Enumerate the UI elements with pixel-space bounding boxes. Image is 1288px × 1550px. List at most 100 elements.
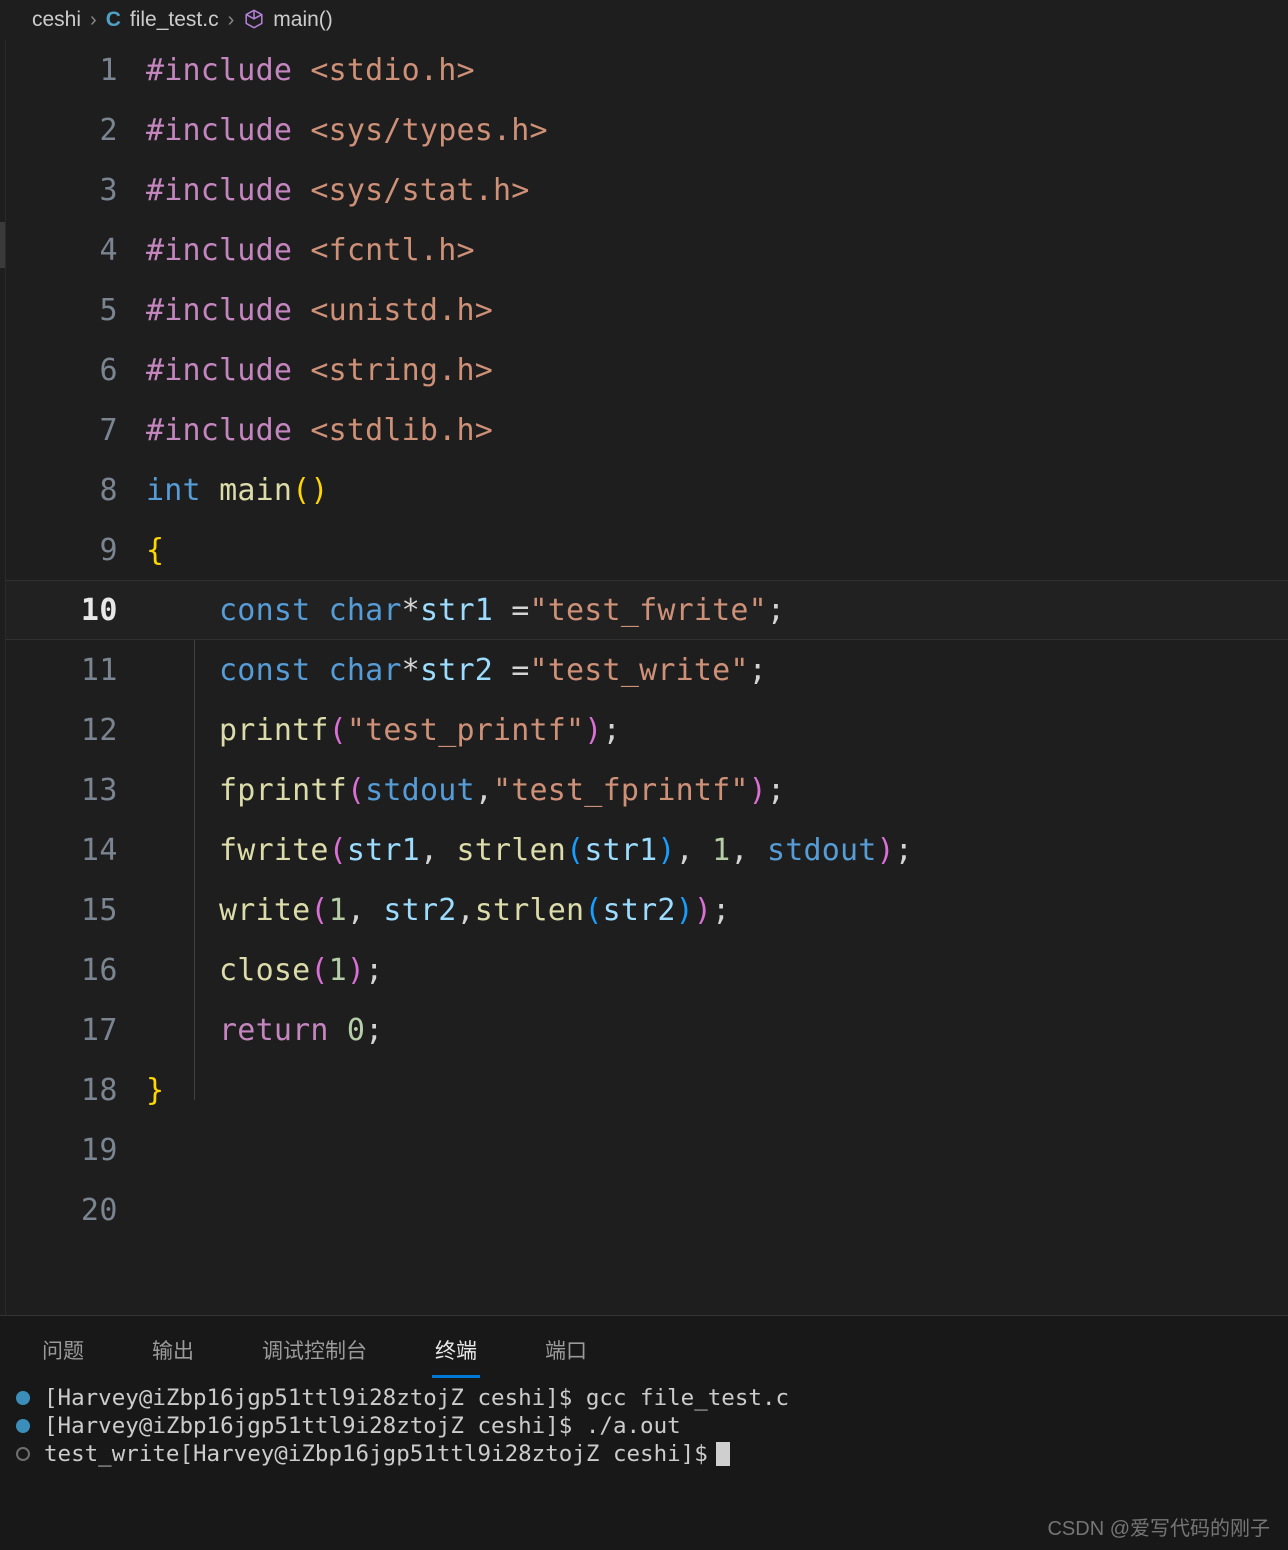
code-token: = bbox=[492, 652, 530, 688]
code-editor[interactable]: 1 #include <stdio.h> 2 #include <sys/types.… bbox=[6, 40, 1288, 1315]
line-content: #include <sys/types.h> bbox=[142, 113, 1288, 148]
code-token: stdout bbox=[766, 832, 877, 868]
line-content: #include <sys/stat.h> bbox=[142, 173, 1288, 208]
code-line[interactable]: 10 const char*str1 ="test_fwrite"; bbox=[6, 580, 1288, 640]
terminal-cursor bbox=[715, 1442, 730, 1466]
code-token: ; bbox=[602, 712, 621, 748]
code-line[interactable]: 7 #include <stdlib.h> bbox=[6, 400, 1288, 460]
code-line[interactable]: 14 fwrite(str1, strlen(str1), 1, stdout)… bbox=[6, 820, 1288, 880]
code-line[interactable]: 4 #include <fcntl.h> bbox=[6, 220, 1288, 280]
code-line[interactable]: 1 #include <stdio.h> bbox=[6, 40, 1288, 100]
code-token: , bbox=[474, 772, 493, 808]
code-token: str2 bbox=[383, 892, 457, 928]
panel-tab-2[interactable]: 调试控制台 bbox=[262, 1335, 367, 1378]
code-token: , bbox=[346, 892, 384, 928]
command-success-icon bbox=[16, 1419, 44, 1433]
line-content: fwrite(str1, strlen(str1), 1, stdout); bbox=[142, 833, 1288, 868]
code-line[interactable]: 3 #include <sys/stat.h> bbox=[6, 160, 1288, 220]
code-token: int bbox=[146, 472, 201, 508]
code-token: ; bbox=[365, 1012, 384, 1048]
code-line[interactable]: 12 printf("test_printf"); bbox=[6, 700, 1288, 760]
terminal-text: [Harvey@iZbp16jgp51ttl9i28ztojZ ceshi]$ … bbox=[44, 1385, 790, 1411]
code-token: ; bbox=[365, 952, 384, 988]
code-token: str1 bbox=[346, 832, 420, 868]
line-number: 15 bbox=[80, 892, 118, 928]
code-token: char bbox=[328, 592, 402, 628]
code-token: <string.h> bbox=[310, 352, 493, 388]
code-token: return bbox=[219, 1012, 329, 1048]
code-line[interactable]: 9{ bbox=[6, 520, 1288, 580]
code-token: <fcntl.h> bbox=[310, 232, 475, 268]
line-number: 9 bbox=[99, 532, 118, 568]
code-token: ( bbox=[310, 892, 329, 928]
code-line[interactable]: 11 const char*str2 ="test_write"; bbox=[6, 640, 1288, 700]
code-token: <sys/types.h> bbox=[310, 112, 548, 148]
line-content: const char*str1 ="test_fwrite"; bbox=[142, 593, 1288, 628]
breadcrumb-file[interactable]: file_test.c bbox=[130, 8, 219, 32]
line-number: 4 bbox=[99, 232, 118, 268]
code-token: 1 bbox=[712, 832, 731, 868]
panel-tab-1[interactable]: 输出 bbox=[152, 1335, 194, 1378]
c-file-icon: C bbox=[105, 8, 121, 31]
code-token: ; bbox=[766, 592, 786, 628]
code-token: ; bbox=[712, 892, 731, 928]
line-content: } bbox=[142, 1073, 1288, 1108]
code-token: fwrite bbox=[219, 832, 329, 868]
code-line[interactable]: 16 close(1); bbox=[6, 940, 1288, 1000]
breadcrumb-symbol[interactable]: main() bbox=[273, 8, 333, 32]
line-number: 1 bbox=[99, 52, 118, 88]
code-token: ) bbox=[675, 892, 694, 928]
code-token: { bbox=[146, 532, 165, 568]
terminal-output[interactable]: [Harvey@iZbp16jgp51ttl9i28ztojZ ceshi]$ … bbox=[0, 1378, 1288, 1468]
code-line[interactable]: 2 #include <sys/types.h> bbox=[6, 100, 1288, 160]
line-content: return 0; bbox=[142, 1013, 1288, 1048]
panel-tab-4[interactable]: 端口 bbox=[545, 1335, 587, 1378]
line-content: #include <fcntl.h> bbox=[142, 233, 1288, 268]
code-line[interactable]: 5 #include <unistd.h> bbox=[6, 280, 1288, 340]
line-number: 6 bbox=[99, 352, 118, 388]
code-token: #include bbox=[146, 232, 311, 268]
code-token: * bbox=[401, 652, 420, 688]
line-content: write(1, str2,strlen(str2)); bbox=[142, 893, 1288, 928]
line-content: int main() bbox=[142, 473, 1288, 508]
code-token: <sys/stat.h> bbox=[310, 172, 530, 208]
breadcrumb-folder[interactable]: ceshi bbox=[32, 8, 81, 32]
vertical-scrollbar-thumb[interactable] bbox=[0, 222, 5, 268]
code-token: } bbox=[146, 1072, 165, 1108]
code-line[interactable]: 19 bbox=[6, 1120, 1288, 1180]
code-line[interactable]: 15 write(1, str2,strlen(str2)); bbox=[6, 880, 1288, 940]
command-pending-icon bbox=[16, 1447, 44, 1461]
code-token: strlen bbox=[456, 832, 567, 868]
code-line[interactable]: 8 int main() bbox=[6, 460, 1288, 520]
code-token: ( bbox=[310, 952, 329, 988]
code-token: str1 bbox=[419, 592, 493, 628]
code-token: close bbox=[219, 952, 311, 988]
panel-tab-0[interactable]: 问题 bbox=[42, 1335, 84, 1378]
line-number: 20 bbox=[80, 1192, 118, 1228]
code-token: "test_fprintf" bbox=[493, 772, 749, 808]
code-line[interactable]: 13 fprintf(stdout,"test_fprintf"); bbox=[6, 760, 1288, 820]
line-number: 8 bbox=[99, 472, 118, 508]
terminal-text: [Harvey@iZbp16jgp51ttl9i28ztojZ ceshi]$ … bbox=[44, 1413, 681, 1439]
code-line[interactable]: 6 #include <string.h> bbox=[6, 340, 1288, 400]
code-token: printf bbox=[219, 712, 329, 748]
code-token: #include bbox=[146, 352, 311, 388]
code-line[interactable]: 17 return 0; bbox=[6, 1000, 1288, 1060]
line-number: 11 bbox=[80, 652, 118, 688]
code-token: ( bbox=[328, 712, 347, 748]
panel-tab-3[interactable]: 终端 bbox=[432, 1335, 480, 1378]
code-line[interactable]: 20 bbox=[6, 1180, 1288, 1240]
line-number: 13 bbox=[80, 772, 118, 808]
line-content: #include <stdlib.h> bbox=[142, 413, 1288, 448]
terminal-text: test_write[Harvey@iZbp16jgp51ttl9i28ztoj… bbox=[44, 1441, 708, 1467]
code-token: #include bbox=[146, 112, 311, 148]
terminal-line: [Harvey@iZbp16jgp51ttl9i28ztojZ ceshi]$ … bbox=[0, 1412, 1288, 1440]
code-line[interactable]: 18} bbox=[6, 1060, 1288, 1120]
